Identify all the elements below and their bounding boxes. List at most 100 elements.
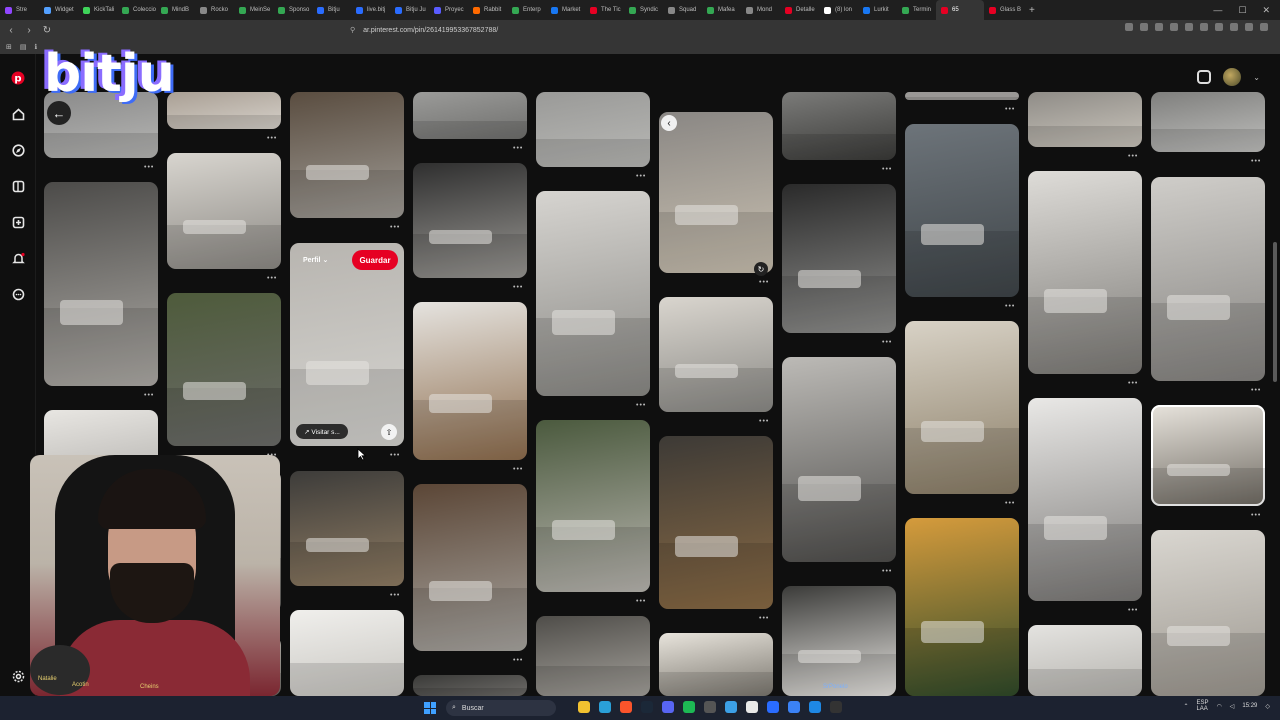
pin-card[interactable] — [659, 633, 773, 696]
pin-more-icon[interactable]: ••• — [513, 284, 523, 291]
taskbar-search[interactable]: ⌕ Buscar — [446, 700, 556, 716]
pin-card[interactable] — [413, 484, 527, 651]
browser-tab[interactable]: Sponso — [273, 0, 312, 20]
pin-card[interactable] — [659, 297, 773, 412]
bluetooth-icon[interactable] — [788, 701, 800, 713]
pin-more-icon[interactable]: ••• — [636, 173, 646, 180]
pin-card[interactable] — [536, 191, 650, 396]
pin-more-icon[interactable]: ••• — [267, 275, 277, 282]
pin-more-icon[interactable]: ••• — [636, 598, 646, 605]
maximize-button[interactable]: ☐ — [1238, 5, 1246, 16]
browser-tab[interactable]: Lurkit — [858, 0, 897, 20]
url-field[interactable]: ⚲ ar.pinterest.com/pin/26141995336785278… — [350, 23, 910, 37]
notifications-icon[interactable] — [10, 250, 26, 266]
bitju-icon[interactable] — [767, 701, 779, 713]
pin-card[interactable] — [905, 92, 1019, 100]
vscode-icon[interactable] — [809, 701, 821, 713]
pin-more-icon[interactable]: ••• — [636, 402, 646, 409]
browser-tab[interactable]: 65 — [936, 0, 984, 20]
browser-tab[interactable]: Mond — [741, 0, 780, 20]
browser-tab[interactable]: Coleccio — [117, 0, 156, 20]
pin-card[interactable] — [290, 92, 404, 218]
browser-tab[interactable]: Mafea — [702, 0, 741, 20]
pin-card[interactable] — [905, 321, 1019, 494]
browser-tab[interactable]: Bitju Ju — [390, 0, 429, 20]
explore-icon[interactable] — [10, 142, 26, 158]
extension-icon[interactable] — [1200, 23, 1208, 31]
pin-card[interactable] — [1028, 92, 1142, 147]
pin-card[interactable] — [290, 243, 404, 446]
pin-card[interactable] — [290, 610, 404, 696]
browser-tab[interactable]: Proyec — [429, 0, 468, 20]
clock[interactable]: 15:29 — [1242, 703, 1257, 710]
browser-tab[interactable]: MindB — [156, 0, 195, 20]
browser-tab[interactable]: live.bitj — [351, 0, 390, 20]
browser-tab[interactable]: MeinSe — [234, 0, 273, 20]
pin-card[interactable] — [782, 586, 896, 696]
pin-card[interactable] — [536, 616, 650, 696]
notification-bell-icon[interactable]: ◇ — [1265, 703, 1270, 710]
pin-more-icon[interactable]: ••• — [1251, 387, 1261, 394]
pin-card[interactable] — [1151, 530, 1265, 696]
extension-icon[interactable] — [1215, 23, 1223, 31]
pin-card[interactable] — [659, 436, 773, 609]
pin-more-icon[interactable]: ••• — [882, 339, 892, 346]
reading-list-icon[interactable]: ▤ — [20, 43, 27, 51]
messages-icon[interactable] — [10, 286, 26, 302]
browser-tab[interactable]: Rocko — [195, 0, 234, 20]
language-indicator[interactable]: ESP LAA — [1196, 700, 1208, 712]
pin-card[interactable] — [782, 92, 896, 160]
browser-tab[interactable]: Detalle — [780, 0, 819, 20]
terminal-icon[interactable] — [704, 701, 716, 713]
pin-card[interactable] — [1028, 625, 1142, 696]
visual-search-icon[interactable] — [1197, 70, 1212, 84]
pin-card[interactable] — [1151, 405, 1265, 506]
pin-more-icon[interactable]: ••• — [144, 392, 154, 399]
chrome-icon[interactable] — [746, 701, 758, 713]
pin-more-icon[interactable]: ••• — [759, 615, 769, 622]
spotify-icon[interactable] — [683, 701, 695, 713]
pin-more-icon[interactable]: ••• — [513, 657, 523, 664]
pin-card[interactable] — [905, 124, 1019, 297]
pin-card[interactable] — [905, 518, 1019, 696]
browser-tab[interactable]: Glass B — [984, 0, 1023, 20]
pin-card[interactable] — [413, 302, 527, 460]
browser-tab[interactable]: Syndic — [624, 0, 663, 20]
settings-icon[interactable] — [10, 668, 26, 684]
notepad-icon[interactable] — [725, 701, 737, 713]
volume-icon[interactable]: ◁ — [1230, 703, 1235, 710]
browser-tab[interactable]: Termin — [897, 0, 936, 20]
extension-icon[interactable] — [1170, 23, 1178, 31]
pin-card[interactable] — [413, 92, 527, 139]
scrollbar-thumb[interactable] — [1273, 242, 1277, 382]
extension-icon[interactable] — [1245, 23, 1253, 31]
new-tab-button[interactable]: + — [1023, 5, 1041, 16]
extension-icon[interactable] — [1155, 23, 1163, 31]
pin-card[interactable] — [167, 92, 281, 129]
create-icon[interactable] — [10, 214, 26, 230]
pin-more-icon[interactable]: ••• — [1251, 512, 1261, 519]
chevron-down-icon[interactable]: ⌄ — [1253, 73, 1260, 82]
pin-more-icon[interactable]: ••• — [1128, 607, 1138, 614]
extension-icon[interactable] — [1260, 23, 1268, 31]
pin-more-icon[interactable]: ••• — [882, 568, 892, 575]
info-icon[interactable]: ℹ — [35, 43, 38, 51]
pin-more-icon[interactable]: ••• — [759, 279, 769, 286]
pin-card[interactable] — [44, 182, 158, 386]
pinterest-logo-icon[interactable]: p — [10, 70, 26, 86]
back-button[interactable]: ‹ — [4, 25, 18, 36]
brave-icon[interactable] — [620, 701, 632, 713]
pin-more-icon[interactable]: ••• — [1005, 303, 1015, 310]
browser-tab[interactable]: Market — [546, 0, 585, 20]
windows-start-icon[interactable] — [424, 702, 436, 714]
home-icon[interactable] — [10, 106, 26, 122]
carousel-prev-button[interactable]: ‹ — [661, 115, 677, 131]
reload-button[interactable]: ↻ — [40, 25, 54, 36]
pin-more-icon[interactable]: ••• — [390, 452, 400, 459]
pin-card[interactable] — [1028, 171, 1142, 374]
chevron-up-icon[interactable]: ⌃ — [1183, 703, 1188, 710]
pin-more-icon[interactable]: ••• — [1005, 500, 1015, 507]
pin-more-icon[interactable]: ••• — [267, 135, 277, 142]
extension-icon[interactable] — [1185, 23, 1193, 31]
visit-site-button[interactable]: ↗ Visitar s... — [296, 424, 348, 439]
